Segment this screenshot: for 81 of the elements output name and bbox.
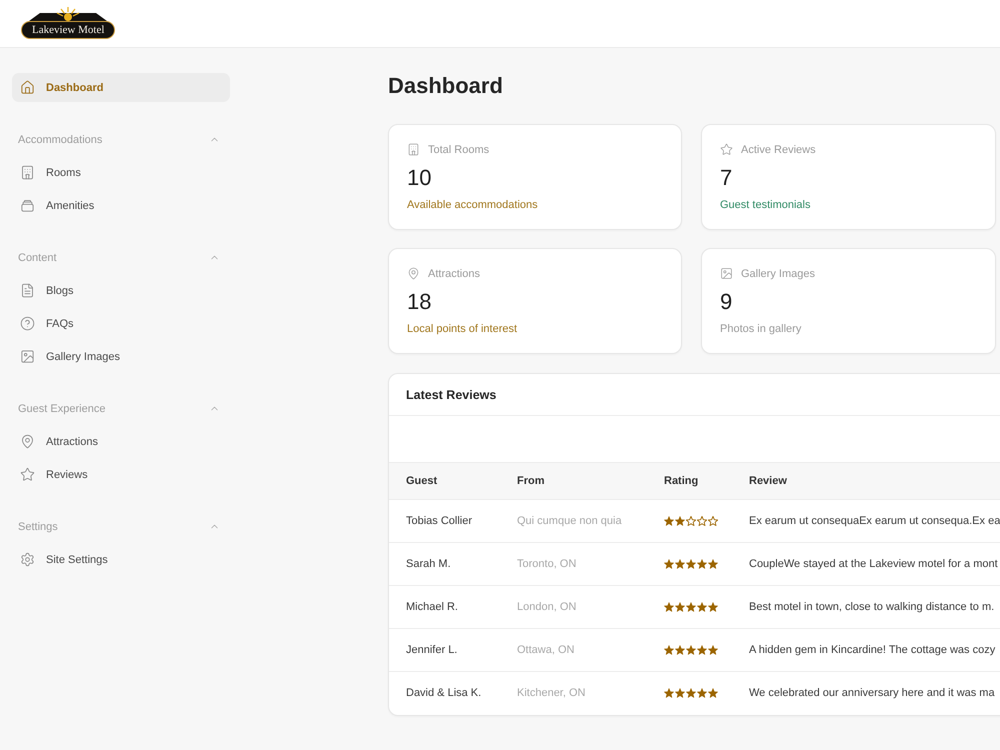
star-icon xyxy=(686,516,696,526)
sidebar-item[interactable]: Reviews xyxy=(12,460,230,489)
stat-note: Photos in gallery xyxy=(720,322,802,336)
sun-roof-icon xyxy=(29,7,107,21)
star-icon xyxy=(675,602,685,612)
stat-note: Guest testimonials xyxy=(720,198,812,212)
guest-location: London, ON xyxy=(500,586,647,628)
building-icon xyxy=(20,165,35,180)
sidebar-item[interactable]: Attractions xyxy=(12,427,230,456)
star-icon xyxy=(686,559,696,570)
star-icon xyxy=(664,516,674,526)
star-icon xyxy=(686,645,696,656)
help-icon xyxy=(20,316,35,331)
star-icon xyxy=(664,645,674,656)
map-pin-icon xyxy=(407,267,420,280)
sidebar-item[interactable]: Gallery Images xyxy=(12,342,230,371)
page-title: Dashboard xyxy=(388,72,504,100)
star-icon xyxy=(697,645,707,656)
settings-icon xyxy=(20,552,35,567)
image-icon xyxy=(20,349,35,364)
stat-label: Gallery Images xyxy=(741,268,815,280)
review-text: CoupleWe stayed at the Lakeview motel for a mont xyxy=(732,542,1000,586)
guest-name: Sarah M. xyxy=(389,542,500,586)
star-icon xyxy=(720,143,733,156)
guest-name: David & Lisa K. xyxy=(389,672,500,714)
review-text: A hidden gem in Kincardine! The cottage was cozy xyxy=(732,628,1000,672)
card-title: Latest Reviews xyxy=(406,388,496,402)
stat-value: 10 xyxy=(407,165,432,191)
star-icon xyxy=(686,602,696,612)
star-icon xyxy=(664,602,674,612)
sidebar-item[interactable]: Site Settings xyxy=(12,545,230,574)
building-icon xyxy=(407,143,420,156)
star-icon xyxy=(697,516,707,526)
guest-name: Tobias Collier xyxy=(389,500,500,542)
star-icon xyxy=(708,516,718,526)
column-header: Guest xyxy=(389,462,500,500)
stat-label: Attractions xyxy=(428,268,480,280)
star-icon xyxy=(708,688,718,698)
star-icon xyxy=(708,645,718,656)
guest-location: Ottawa, ON xyxy=(500,628,647,672)
star-icon xyxy=(697,688,707,698)
guest-name: Michael R. xyxy=(389,586,500,628)
stat-value: 7 xyxy=(720,165,734,191)
guest-location: Qui cumque non quia xyxy=(500,500,647,542)
column-header: Rating xyxy=(647,462,732,500)
star-icon xyxy=(675,516,685,526)
star-icon xyxy=(697,602,707,612)
sidebar-item[interactable]: Blogs xyxy=(12,276,230,305)
star-icon xyxy=(708,602,718,612)
guest-name: Jennifer L. xyxy=(389,628,500,672)
review-text: Best motel in town, close to walking distance to m. xyxy=(732,586,1000,628)
star-icon xyxy=(664,559,674,570)
image-icon xyxy=(720,267,733,280)
star-icon xyxy=(697,559,707,570)
map-pin-icon xyxy=(20,434,35,449)
sidebar-item[interactable]: Amenities xyxy=(12,191,230,220)
star-icon xyxy=(675,688,685,698)
guest-location: Toronto, ON xyxy=(500,542,647,586)
star-icon xyxy=(675,559,685,570)
column-header: Review xyxy=(732,462,1000,500)
stat-value: 9 xyxy=(720,289,734,315)
stacked-box-icon xyxy=(20,198,35,213)
sidebar-item[interactable]: Rooms xyxy=(12,158,230,187)
stat-value: 18 xyxy=(407,289,432,315)
review-text: We celebrated our anniversary here and it was ma xyxy=(732,672,1000,714)
review-text: Ex earum ut consequaEx earum ut consequa.Ex ea xyxy=(732,500,1000,542)
star-icon xyxy=(675,645,685,656)
stat-note: Available accommodations xyxy=(407,198,539,212)
sidebar-item[interactable]: Dashboard xyxy=(12,73,230,102)
stat-label: Total Rooms xyxy=(428,144,490,156)
stat-note: Local points of interest xyxy=(407,322,518,336)
column-header: From xyxy=(500,462,647,500)
sidebar-item[interactable]: FAQs xyxy=(12,309,230,338)
star-icon xyxy=(708,559,718,570)
home-icon xyxy=(20,80,35,95)
stat-label: Active Reviews xyxy=(741,144,816,156)
star-icon xyxy=(664,688,674,698)
star-icon xyxy=(20,467,35,482)
guest-location: Kitchener, ON xyxy=(500,672,647,714)
star-icon xyxy=(686,688,696,698)
document-icon xyxy=(20,283,35,298)
